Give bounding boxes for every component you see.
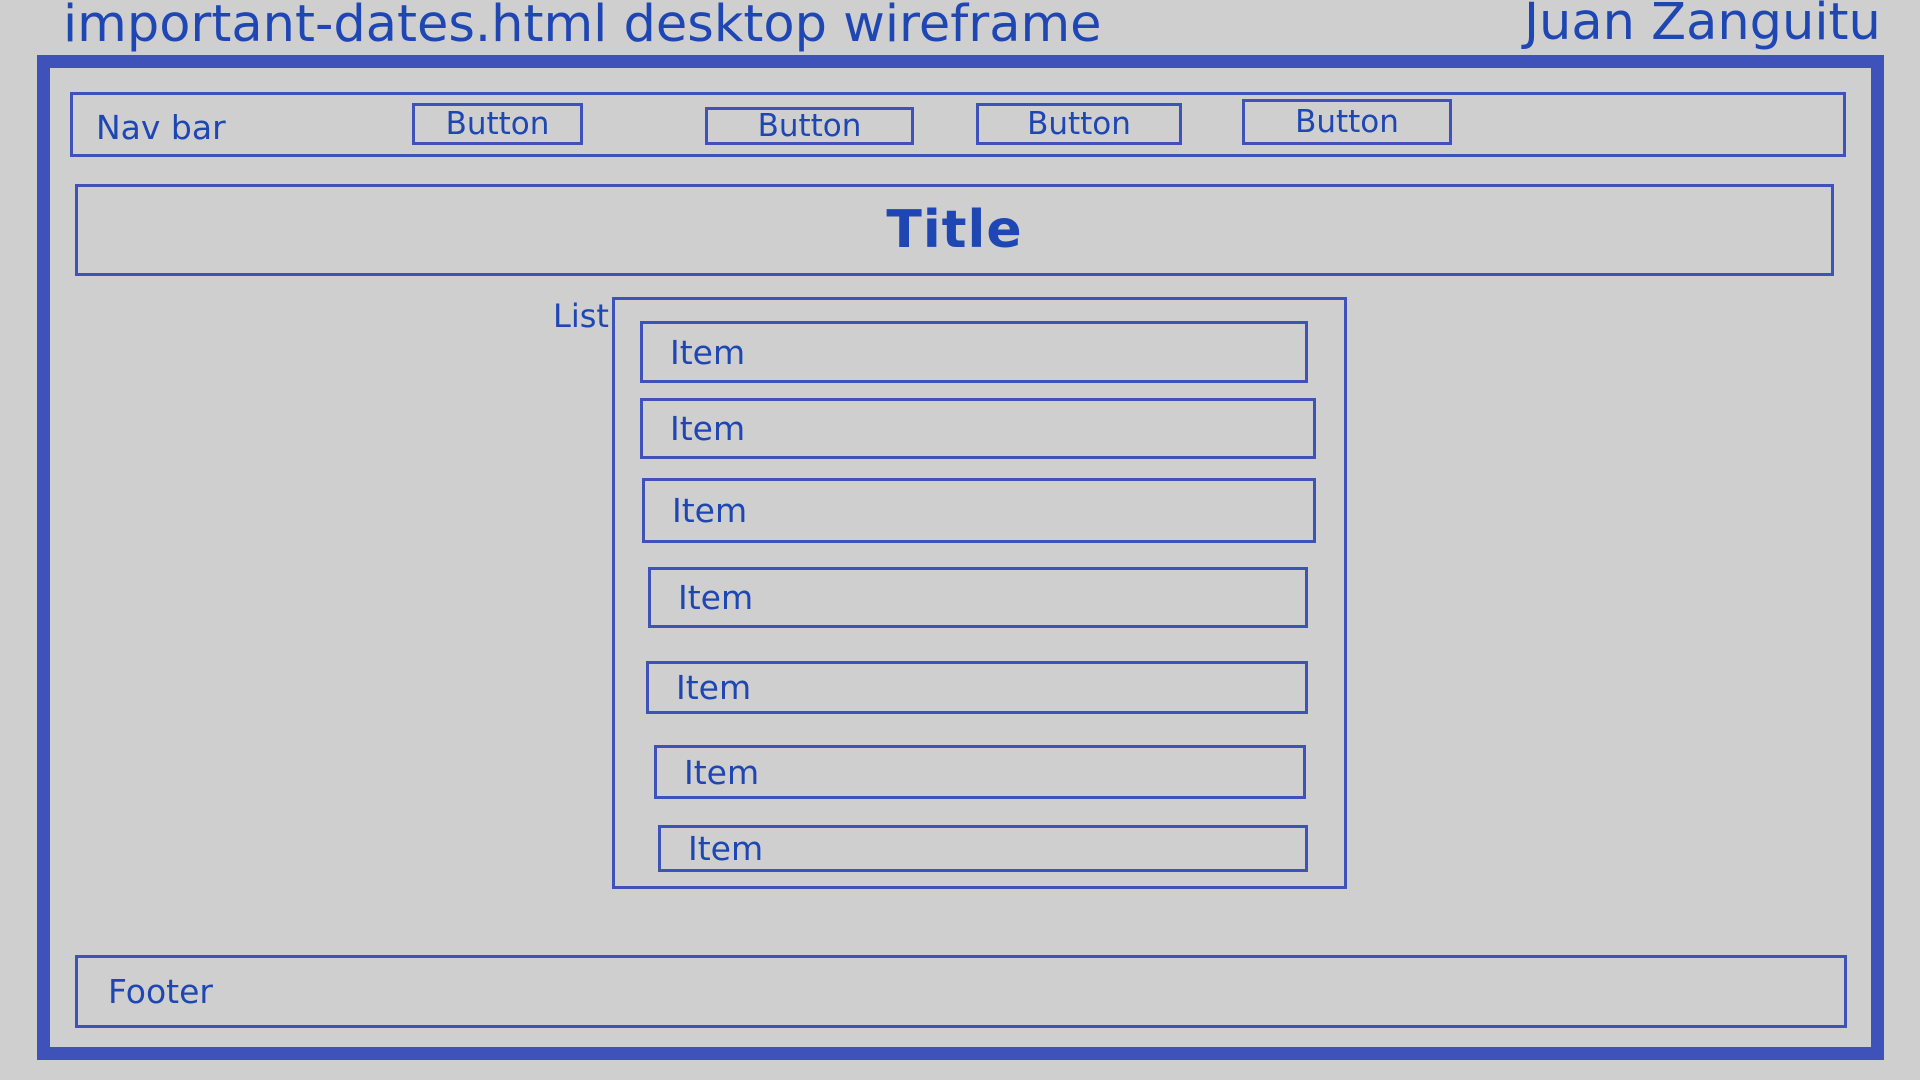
nav-button-2[interactable]: Button	[705, 107, 914, 145]
page-title: Title	[886, 200, 1023, 260]
list-item[interactable]: Item	[642, 478, 1316, 543]
list-label: List	[553, 297, 609, 335]
nav-bar-label: Nav bar	[96, 108, 226, 147]
list-item[interactable]: Item	[648, 567, 1308, 628]
nav-button-3[interactable]: Button	[976, 103, 1182, 145]
nav-button-4[interactable]: Button	[1242, 99, 1452, 145]
list-item[interactable]: Item	[640, 321, 1308, 383]
wireframe-canvas: important-dates.html desktop wireframe J…	[0, 0, 1920, 1080]
footer-label: Footer	[108, 972, 213, 1011]
title-box: Title	[75, 184, 1834, 276]
list-item[interactable]: Item	[646, 661, 1308, 714]
list-item[interactable]: Item	[654, 745, 1306, 799]
document-title: important-dates.html desktop wireframe	[63, 0, 1102, 54]
author-name: Juan Zanguitu	[1524, 0, 1881, 52]
footer: Footer	[75, 955, 1847, 1028]
list-item[interactable]: Item	[640, 398, 1316, 459]
nav-bar	[70, 92, 1846, 157]
list-item[interactable]: Item	[658, 825, 1308, 872]
nav-button-1[interactable]: Button	[412, 103, 583, 145]
